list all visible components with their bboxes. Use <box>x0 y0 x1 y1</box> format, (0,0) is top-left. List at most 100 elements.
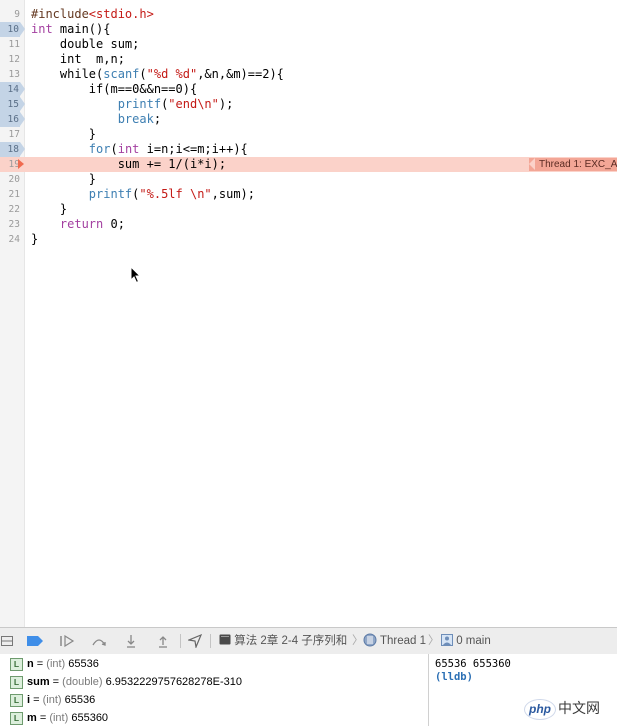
code-text[interactable]: int main(){ <box>31 22 110 37</box>
code-token: } <box>31 232 39 246</box>
line-number[interactable]: 21 <box>0 187 20 202</box>
variable-text: sum = (double) 6.9532229757628278E-310 <box>27 673 242 691</box>
php-cn-watermark: php 中文网 <box>524 697 612 721</box>
code-line[interactable]: 21 printf("%.5lf \n",sum); <box>0 187 617 202</box>
error-badge[interactable]: Thread 1: EXC_A <box>529 158 617 171</box>
code-line[interactable]: 11 double sum; <box>0 37 617 52</box>
code-editor[interactable]: 9 #include<stdio.h> 10 int main(){11 double… <box>0 0 617 627</box>
code-text[interactable]: } <box>31 172 96 187</box>
code-line[interactable]: 24} <box>0 232 617 247</box>
code-token: int m,n; <box>31 52 125 66</box>
breadcrumb-thread[interactable]: Thread 1 <box>363 628 426 654</box>
code-text[interactable]: break; <box>31 112 161 127</box>
equals-sign: = <box>30 694 43 706</box>
code-line[interactable]: 17 } <box>0 127 617 142</box>
line-number[interactable]: 22 <box>0 202 20 217</box>
code-text[interactable]: } <box>31 202 67 217</box>
code-line[interactable]: 23 return 0; <box>0 217 617 232</box>
console-output: 65536 655360 <box>435 658 511 670</box>
breakpoints-toggle-icon[interactable] <box>24 628 46 654</box>
local-variable-icon: L <box>10 676 23 689</box>
code-text[interactable]: while(scanf("%d %d",&n,&m)==2){ <box>31 67 284 82</box>
code-token: } <box>31 127 97 141</box>
variable-value: 655360 <box>71 712 109 724</box>
local-variable-icon: L <box>10 694 23 707</box>
code-text[interactable]: #include<stdio.h> <box>31 7 154 22</box>
line-number[interactable]: 11 <box>0 37 20 52</box>
thread-icon <box>363 633 377 647</box>
code-token: ( <box>110 142 118 156</box>
breakpoint-marker[interactable]: 15 <box>0 97 25 112</box>
code-text[interactable]: printf("end\n"); <box>31 97 234 112</box>
variables-view[interactable]: Ln = (int) 65536 Lsum = (double) 6.953222… <box>0 654 429 726</box>
code-token: scanf <box>103 67 140 81</box>
step-over-icon[interactable] <box>88 628 110 654</box>
code-token: ( <box>139 67 147 81</box>
code-text[interactable]: sum += 1/(i*i); <box>31 157 226 172</box>
code-text[interactable]: } <box>31 127 96 142</box>
debug-toolbar: 算法 2章 2-4 子序列和 〉 Thread 1 〉 0 main <box>0 627 617 655</box>
code-line[interactable]: 10 int main(){ <box>0 22 617 37</box>
code-line[interactable]: 14 if(m==0&&n==0){ <box>0 82 617 97</box>
code-text[interactable]: printf("%.5lf \n",sum); <box>31 187 255 202</box>
equals-sign: = <box>49 676 63 688</box>
variable-type: (double) <box>62 676 103 688</box>
code-token: i=n;i<=m;i++){ <box>139 142 248 156</box>
code-token: while <box>31 67 97 81</box>
code-text[interactable]: double sum; <box>31 37 139 52</box>
code-line[interactable]: 22 } <box>0 202 617 217</box>
line-number[interactable]: 23 <box>0 217 20 232</box>
breadcrumb-thread-label: Thread 1 <box>380 635 427 647</box>
code-token: return <box>59 217 104 231</box>
code-token: } <box>31 202 68 216</box>
code-line[interactable]: 9 #include<stdio.h> <box>0 7 617 22</box>
code-text[interactable]: int m,n; <box>31 52 125 67</box>
code-text[interactable]: return 0; <box>31 217 125 232</box>
line-number[interactable]: 17 <box>0 127 20 142</box>
equals-sign: = <box>33 658 47 670</box>
line-number[interactable]: 12 <box>0 52 20 67</box>
breakpoint-marker[interactable]: 10 <box>0 22 25 37</box>
variable-row[interactable]: Lsum = (double) 6.9532229757628278E-310 <box>0 673 428 691</box>
line-number[interactable]: 20 <box>0 172 20 187</box>
code-token: } <box>31 172 97 186</box>
variable-row[interactable]: Ln = (int) 65536 <box>0 655 428 673</box>
code-line[interactable]: 15 printf("end\n"); <box>0 97 617 112</box>
variable-text: i = (int) 65536 <box>27 691 95 709</box>
code-text[interactable]: } <box>31 232 38 247</box>
code-token: (m==0&&n==0){ <box>103 82 198 96</box>
code-line[interactable]: 13 while(scanf("%d %d",&n,&m)==2){ <box>0 67 617 82</box>
code-token: <stdio.h> <box>88 7 154 21</box>
breakpoint-marker[interactable]: 14 <box>0 82 25 97</box>
line-number[interactable]: 19 <box>0 157 20 172</box>
code-text[interactable]: for(int i=n;i<=m;i++){ <box>31 142 248 157</box>
code-text[interactable]: if(m==0&&n==0){ <box>31 82 197 97</box>
line-number[interactable]: 9 <box>0 7 20 22</box>
code-line[interactable]: 16 break; <box>0 112 617 127</box>
continue-icon[interactable] <box>56 628 78 654</box>
line-number[interactable]: 24 <box>0 232 20 247</box>
variable-row[interactable]: Lm = (int) 655360 <box>0 709 428 727</box>
watermark-badge: php <box>524 699 556 720</box>
variable-value: 65536 <box>68 658 99 670</box>
code-line[interactable]: 18 for(int i=n;i<=m;i++){ <box>0 142 617 157</box>
breadcrumb-frame[interactable]: 0 main <box>441 628 491 654</box>
code-token: "%.5lf \n" <box>139 187 212 201</box>
breadcrumb-file[interactable]: 算法 2章 2-4 子序列和 <box>219 628 347 654</box>
instruction-pointer-icon <box>18 159 24 169</box>
variable-row[interactable]: Li = (int) 65536 <box>0 691 428 709</box>
variable-name: m <box>27 712 37 724</box>
step-out-icon[interactable] <box>152 628 174 654</box>
code-line[interactable]: 12 int m,n; <box>0 52 617 67</box>
breakpoint-marker[interactable]: 18 <box>0 142 25 157</box>
hide-panel-icon[interactable] <box>0 628 14 654</box>
step-into-icon[interactable] <box>120 628 142 654</box>
line-number[interactable]: 13 <box>0 67 20 82</box>
lldb-prompt: (lldb) <box>435 671 473 683</box>
code-token: 0; <box>103 217 125 231</box>
breakpoint-marker[interactable]: 16 <box>0 112 25 127</box>
code-token: double sum; <box>31 37 140 51</box>
location-icon[interactable] <box>184 628 206 654</box>
code-line[interactable]: 20 } <box>0 172 617 187</box>
code-line-error[interactable]: 19 sum += 1/(i*i); Thread 1: EXC_A <box>0 157 617 172</box>
